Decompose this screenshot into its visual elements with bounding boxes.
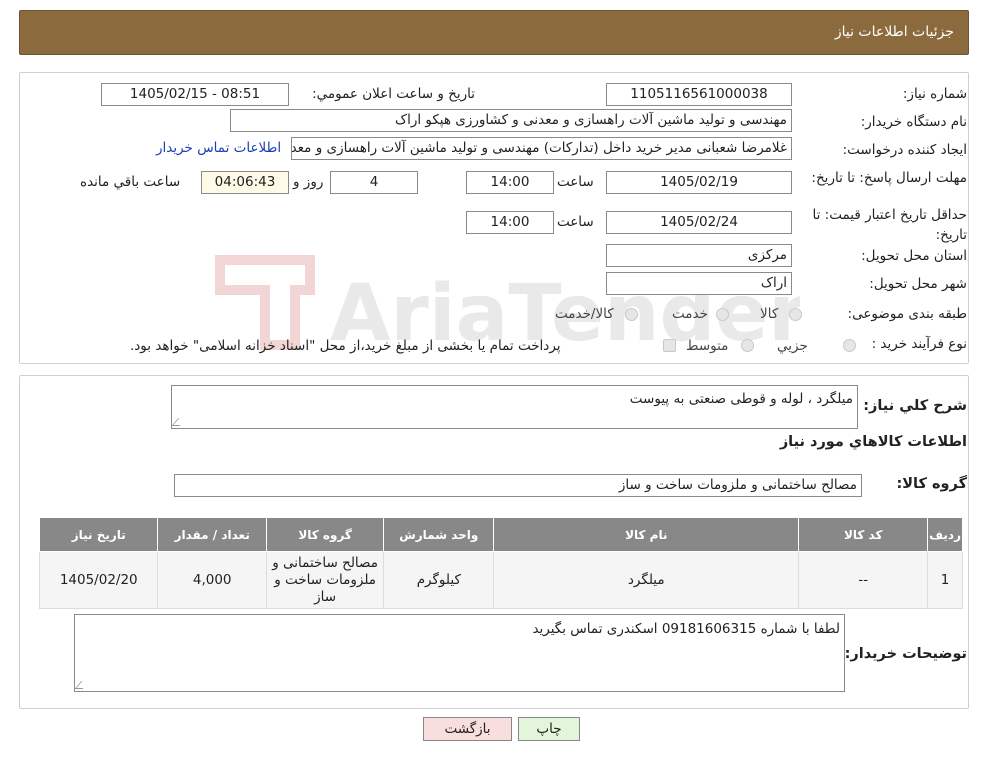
treasury-checkbox[interactable] [663, 339, 676, 352]
summary-value: میلگرد ، لوله و قوطی صنعتی به پیوست [629, 391, 853, 407]
process-note: پرداخت تمام یا بخشی از مبلغ خرید،از محل … [130, 338, 561, 354]
resize-grip-icon[interactable] [74, 681, 90, 689]
price-date-field: 1405/02/24 [606, 211, 792, 234]
category-option-service: خدمت [672, 306, 708, 322]
resize-grip-icon[interactable] [171, 418, 187, 426]
summary-label: شرح کلي نیاز: [863, 398, 967, 414]
table-row: 1 -- میلگرد کیلوگرم مصالح ساختمانی و ملز… [38, 551, 963, 609]
goods-group-field: مصالح ساختمانی و ملزومات ساخت و ساز [174, 474, 862, 497]
cell-row: 1 [927, 551, 963, 609]
reply-deadline-label: مهلت ارسال پاسخ: تا تاریخ: [811, 170, 967, 186]
summary-field: میلگرد ، لوله و قوطی صنعتی به پیوست [171, 385, 858, 429]
goods-info-title: اطلاعات کالاهاي مورد نیاز [779, 434, 967, 450]
category-radio-service[interactable] [716, 308, 729, 321]
category-option-goods: کالا [760, 306, 779, 322]
price-validity-label: حداقل تاریخ اعتبار قیمت: تا تاریخ: [812, 207, 967, 243]
category-radio-goods-service[interactable] [625, 308, 638, 321]
price-time-field: 14:00 [466, 211, 554, 234]
process-radio-medium[interactable] [741, 339, 754, 352]
table-header-row: ردیف کد کالا نام کالا واحد شمارش گروه کا… [38, 517, 963, 552]
cell-unit: کیلوگرم [383, 551, 495, 609]
buyer-notes-label: توضیحات خریدار: [844, 646, 967, 662]
creator-field: غلامرضا شعبانی مدیر خرید داخل (تدارکات) … [291, 137, 792, 160]
buyer-org-label: نام دستگاه خریدار: [860, 114, 967, 130]
reply-time-label: ساعت [557, 174, 594, 190]
col-unit: واحد شمارش [383, 517, 495, 552]
goods-group-label: گروه کالا: [896, 476, 967, 492]
need-number-field: 1105116561000038 [606, 83, 792, 106]
page-title: جزئیات اطلاعات نیاز [834, 24, 954, 40]
page-header: جزئیات اطلاعات نیاز [19, 10, 969, 55]
city-label: شهر محل تحویل: [869, 276, 967, 292]
goods-table: ردیف کد کالا نام کالا واحد شمارش گروه کا… [38, 517, 963, 609]
col-name: نام کالا [493, 517, 800, 552]
process-option-small: جزیي [777, 338, 808, 354]
creator-label: ایجاد کننده درخواست: [842, 142, 967, 158]
days-label: روز و [293, 174, 324, 190]
days-field: 4 [330, 171, 418, 194]
buyer-contact-link[interactable]: اطلاعات تماس خریدار [156, 140, 281, 156]
need-number-label: شماره نیاز: [902, 86, 967, 102]
province-label: استان محل تحویل: [861, 248, 967, 264]
col-group: گروه کالا [265, 517, 385, 552]
process-radio-small[interactable] [843, 339, 856, 352]
col-row: ردیف [927, 517, 963, 552]
cell-date: 1405/02/20 [38, 551, 159, 609]
city-field: اراک [606, 272, 792, 295]
col-date: تاریخ نیاز [38, 517, 159, 552]
cell-code: -- [798, 551, 929, 609]
process-label: نوع فرآیند خرید : [871, 336, 967, 352]
announce-label: تاریخ و ساعت اعلان عمومي: [312, 86, 475, 102]
print-button[interactable]: چاپ [518, 717, 580, 741]
price-time-label: ساعت [557, 214, 594, 230]
buyer-notes-field: لطفا با شماره 09181606315 اسکندری تماس ب… [74, 614, 845, 692]
cell-name: میلگرد [493, 551, 800, 609]
cell-group: مصالح ساختمانی و ملزومات ساخت و ساز [265, 551, 385, 609]
category-label: طبقه بندی موضوعی: [847, 306, 967, 322]
province-field: مرکزی [606, 244, 792, 267]
buyer-notes-value: لطفا با شماره 09181606315 اسکندری تماس ب… [532, 621, 840, 637]
cell-qty: 4,000 [157, 551, 267, 609]
remaining-time-field: 04:06:43 [201, 171, 289, 194]
back-button[interactable]: بازگشت [423, 717, 512, 741]
reply-date-field: 1405/02/19 [606, 171, 792, 194]
process-option-medium: متوسط [686, 338, 729, 354]
reply-time-field: 14:00 [466, 171, 554, 194]
col-qty: تعداد / مقدار [157, 517, 267, 552]
remaining-label: ساعت باقي مانده [80, 174, 181, 190]
category-radio-goods[interactable] [789, 308, 802, 321]
category-option-goods-service: کالا/خدمت [555, 306, 614, 322]
buyer-org-field: مهندسی و تولید ماشین آلات راهسازی و معدن… [230, 109, 792, 132]
col-code: کد کالا [798, 517, 929, 552]
announce-field: 1405/02/15 - 08:51 [101, 83, 289, 106]
